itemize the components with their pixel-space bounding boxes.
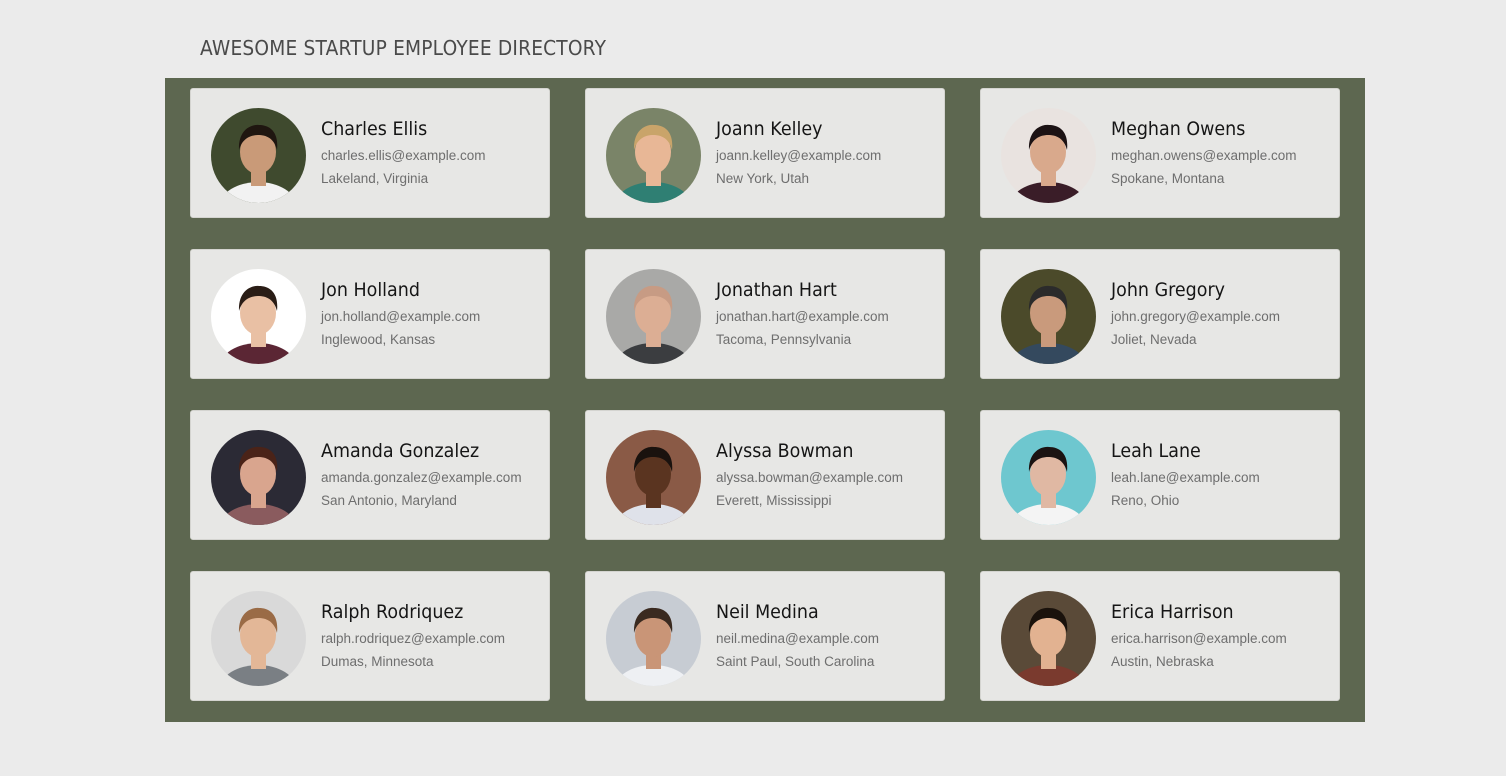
employee-name: Jon Holland <box>321 279 420 301</box>
employee-card[interactable]: Amanda Gonzalez amanda.gonzalez@example.c… <box>190 410 550 540</box>
employee-email: charles.ellis@example.com <box>321 148 486 163</box>
employee-name: Neil Medina <box>716 601 819 623</box>
employee-email: erica.harrison@example.com <box>1111 631 1287 646</box>
employee-info: Charles Ellis charles.ellis@example.com La… <box>321 118 486 187</box>
employee-location: Inglewood, Kansas <box>321 332 436 347</box>
employee-card[interactable]: Erica Harrison erica.harrison@example.com… <box>980 571 1340 701</box>
employee-location: Austin, Nebraska <box>1111 654 1214 669</box>
employee-avatar <box>211 430 306 525</box>
employee-info: Jonathan Hart jonathan.hart@example.com Ta… <box>716 279 889 348</box>
employee-name: Joann Kelley <box>716 118 823 140</box>
employee-avatar <box>211 591 306 686</box>
employee-card[interactable]: Alyssa Bowman alyssa.bowman@example.com Ev… <box>585 410 945 540</box>
employee-avatar <box>606 591 701 686</box>
employee-info: Ralph Rodriquez ralph.rodriquez@example.c… <box>321 601 505 670</box>
employee-name: John Gregory <box>1111 279 1225 301</box>
employee-email: john.gregory@example.com <box>1111 309 1281 324</box>
employee-avatar <box>1001 269 1096 364</box>
employee-email: jonathan.hart@example.com <box>716 309 889 324</box>
employee-avatar <box>1001 591 1096 686</box>
employee-card[interactable]: Charles Ellis charles.ellis@example.com La… <box>190 88 550 218</box>
employee-location: Joliet, Nevada <box>1111 332 1197 347</box>
employee-card[interactable]: Leah Lane leah.lane@example.com Reno, Ohio <box>980 410 1340 540</box>
employee-name: Ralph Rodriquez <box>321 601 464 623</box>
employee-email: ralph.rodriquez@example.com <box>321 631 506 646</box>
employee-card[interactable]: John Gregory john.gregory@example.com Joli… <box>980 249 1340 379</box>
employee-name: Erica Harrison <box>1111 601 1234 623</box>
employee-card[interactable]: Jonathan Hart jonathan.hart@example.com Ta… <box>585 249 945 379</box>
employee-email: amanda.gonzalez@example.com <box>321 470 522 485</box>
employee-location: Spokane, Montana <box>1111 171 1225 186</box>
employee-email: joann.kelley@example.com <box>716 148 882 163</box>
employee-info: Neil Medina neil.medina@example.com Saint … <box>716 601 879 670</box>
employee-email: alyssa.bowman@example.com <box>716 470 904 485</box>
employee-email: jon.holland@example.com <box>321 309 481 324</box>
employee-location: Tacoma, Pennsylvania <box>716 332 852 347</box>
employee-info: Alyssa Bowman alyssa.bowman@example.com Ev… <box>716 440 903 509</box>
employee-location: San Antonio, Maryland <box>321 493 457 508</box>
employee-info: Jon Holland jon.holland@example.com Inglew… <box>321 279 480 348</box>
employee-avatar <box>1001 108 1096 203</box>
employee-avatar <box>211 269 306 364</box>
employee-info: John Gregory john.gregory@example.com Joli… <box>1111 279 1280 348</box>
employee-card[interactable]: Meghan Owens meghan.owens@example.com Spok… <box>980 88 1340 218</box>
page-title: AWESOME STARTUP EMPLOYEE DIRECTORY <box>200 36 607 60</box>
employee-name: Leah Lane <box>1111 440 1201 462</box>
employee-avatar <box>1001 430 1096 525</box>
employee-card[interactable]: Jon Holland jon.holland@example.com Inglew… <box>190 249 550 379</box>
employee-location: New York, Utah <box>716 171 810 186</box>
employee-location: Everett, Mississippi <box>716 493 832 508</box>
employee-info: Meghan Owens meghan.owens@example.com Spok… <box>1111 118 1297 187</box>
employee-info: Erica Harrison erica.harrison@example.com… <box>1111 601 1287 670</box>
employee-info: Amanda Gonzalez amanda.gonzalez@example.c… <box>321 440 522 509</box>
employee-location: Lakeland, Virginia <box>321 171 429 186</box>
employee-location: Saint Paul, South Carolina <box>716 654 875 669</box>
employee-card[interactable]: Ralph Rodriquez ralph.rodriquez@example.c… <box>190 571 550 701</box>
employee-email: neil.medina@example.com <box>716 631 880 646</box>
employee-location: Reno, Ohio <box>1111 493 1180 508</box>
employee-name: Meghan Owens <box>1111 118 1246 140</box>
employee-name: Jonathan Hart <box>716 279 837 301</box>
employee-avatar <box>606 430 701 525</box>
employee-grid: Charles Ellis charles.ellis@example.com La… <box>190 88 1340 701</box>
employee-email: leah.lane@example.com <box>1111 470 1260 485</box>
employee-avatar <box>211 108 306 203</box>
employee-info: Joann Kelley joann.kelley@example.com New … <box>716 118 881 187</box>
employee-name: Charles Ellis <box>321 118 428 140</box>
employee-name: Alyssa Bowman <box>716 440 854 462</box>
employee-avatar <box>606 108 701 203</box>
employee-location: Dumas, Minnesota <box>321 654 434 669</box>
employee-card[interactable]: Joann Kelley joann.kelley@example.com New … <box>585 88 945 218</box>
employee-directory: Charles Ellis charles.ellis@example.com La… <box>165 78 1365 722</box>
employee-info: Leah Lane leah.lane@example.com Reno, Ohio <box>1111 440 1260 509</box>
employee-email: meghan.owens@example.com <box>1111 148 1297 163</box>
employee-name: Amanda Gonzalez <box>321 440 480 462</box>
employee-card[interactable]: Neil Medina neil.medina@example.com Saint … <box>585 571 945 701</box>
employee-avatar <box>606 269 701 364</box>
